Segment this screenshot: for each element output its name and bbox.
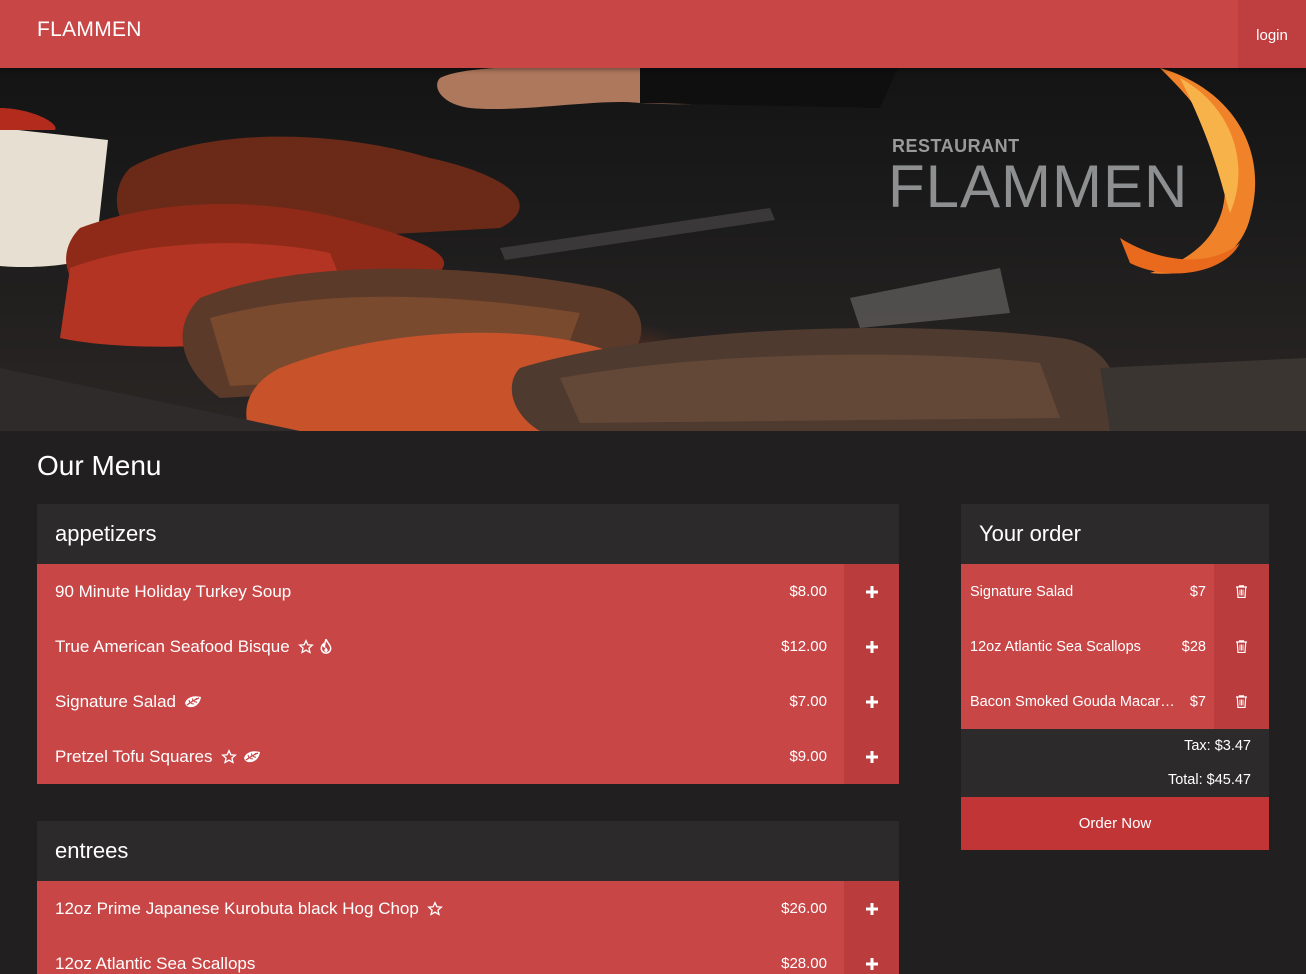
order-item-row: 12oz Atlantic Sea Scallops $28 [961,619,1269,674]
add-item-button[interactable] [844,881,899,936]
menu-item-name: 12oz Prime Japanese Kurobuta black Hog C… [55,898,419,918]
trash-icon [1236,585,1247,598]
menu-item-name: Pretzel Tofu Squares [55,746,213,766]
menu-item-name: 12oz Atlantic Sea Scallops [55,953,256,973]
plus-icon [865,695,878,708]
menu-item-row: 12oz Atlantic Sea Scallops $28.00 [37,936,899,974]
remove-item-button[interactable] [1214,674,1269,729]
trash-icon [1236,695,1247,708]
order-item-price: $28 [1181,638,1206,655]
plus-icon [865,640,878,653]
menu-item-name: True American Seafood Bisque [55,636,290,656]
flame-icon [320,639,332,654]
order-tax: Tax: $3.47 [1184,738,1251,754]
category-heading: appetizers [37,504,899,564]
leaf-icon [243,750,260,762]
logo-flammen-text: FLAMMEN [888,153,1189,220]
top-navbar: FLAMMEN login [0,0,1306,68]
menu-item-row: 12oz Prime Japanese Kurobuta black Hog C… [37,881,899,936]
order-item-name: Bacon Smoked Gouda Macaroni [970,693,1175,710]
grilled-meat-illustration [0,68,1306,431]
remove-item-button[interactable] [1214,564,1269,619]
star-icon [297,638,314,654]
trash-icon [1236,640,1247,653]
menu-category-entrees: entrees 12oz Prime Japanese Kurobuta bla… [37,821,899,974]
menu-item-price: $26.00 [781,900,827,917]
plus-icon [865,750,878,763]
login-button[interactable]: login [1238,0,1306,68]
order-item-name: Signature Salad [970,583,1074,600]
category-heading: entrees [37,821,899,881]
add-item-button[interactable] [844,619,899,674]
order-item-price: $7 [1189,693,1206,710]
add-item-button[interactable] [844,564,899,619]
remove-item-button[interactable] [1214,619,1269,674]
menu-item-row: Signature Salad $7.00 [37,674,899,729]
order-total: Total: $45.47 [1167,772,1251,788]
order-item-row: Bacon Smoked Gouda Macaroni $7 [961,674,1269,729]
star-icon [220,748,237,764]
leaf-icon [184,695,201,707]
page-title: Our Menu [37,450,162,481]
add-item-button[interactable] [844,729,899,784]
add-item-button[interactable] [844,936,899,974]
menu-item-row: 90 Minute Holiday Turkey Soup $8.00 [37,564,899,619]
star-icon [426,900,443,916]
brand-logo-text[interactable]: FLAMMEN [37,18,142,42]
menu-item-name: Signature Salad [55,691,176,711]
order-item-name: 12oz Atlantic Sea Scallops [970,638,1141,655]
plus-icon [865,585,878,598]
menu-item-price: $8.00 [789,583,827,600]
menu-item-name: 90 Minute Holiday Turkey Soup [55,581,292,601]
menu-item-price: $7.00 [789,693,827,710]
menu-category-appetizers: appetizers 90 Minute Holiday Turkey Soup… [37,504,899,784]
order-totals: Tax: $3.47 Total: $45.47 [961,729,1269,797]
menu-item-price: $12.00 [781,638,827,655]
menu-item-row: True American Seafood Bisque $12.00 [37,619,899,674]
order-item-price: $7 [1189,583,1206,600]
order-panel: Your order Signature Salad $7 12oz Atlan… [961,504,1269,850]
order-now-button[interactable]: Order Now [961,797,1269,850]
plus-icon [865,957,878,970]
menu-item-row: Pretzel Tofu Squares $9.00 [37,729,899,784]
menu-item-price: $9.00 [789,748,827,765]
hero-banner-image: RESTAURANT FLAMMEN [0,68,1306,431]
plus-icon [865,902,878,915]
add-item-button[interactable] [844,674,899,729]
order-item-row: Signature Salad $7 [961,564,1269,619]
order-heading: Your order [961,504,1269,564]
menu-item-price: $28.00 [781,955,827,972]
